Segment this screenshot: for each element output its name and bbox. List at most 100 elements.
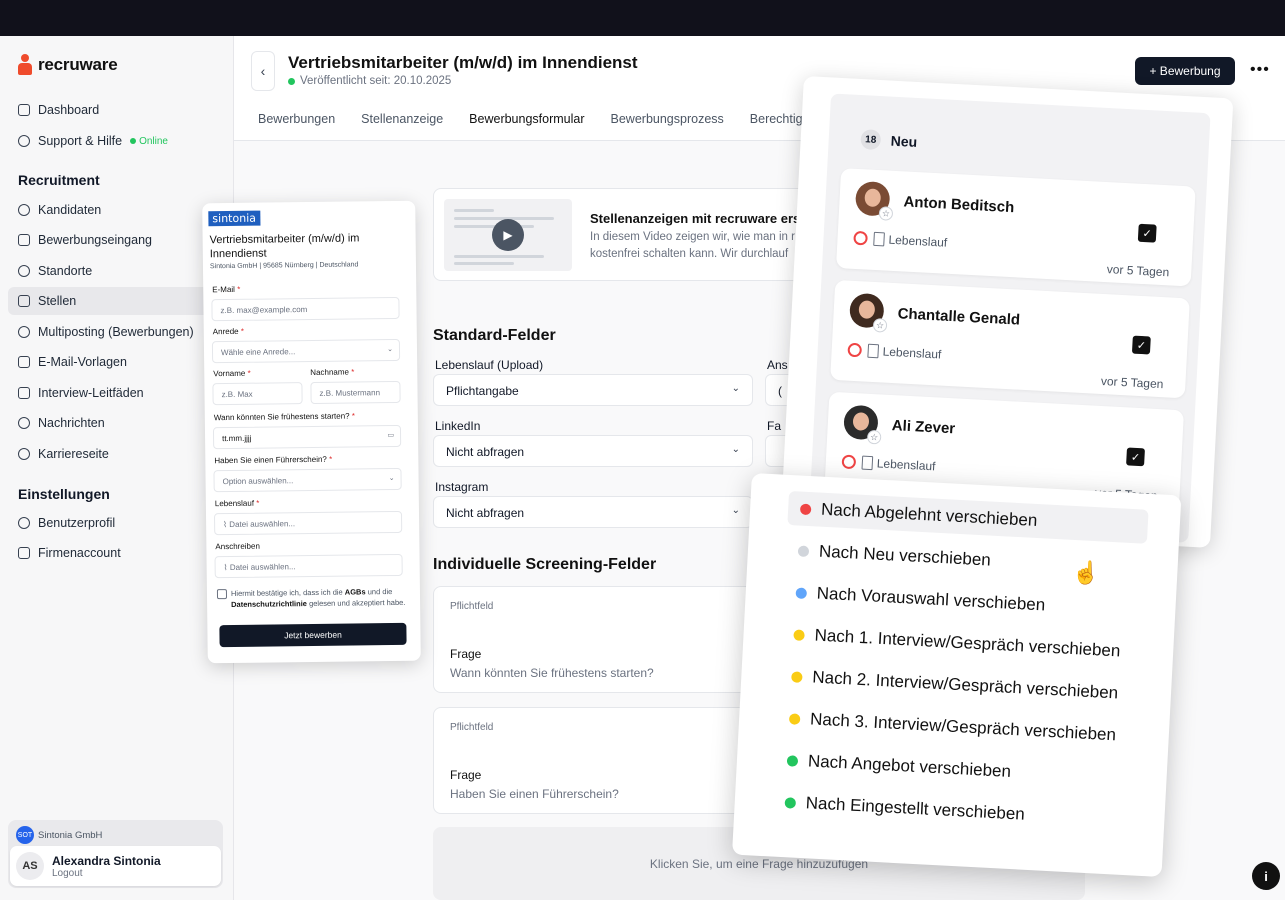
add-application-button[interactable]: + Bewerbung [1135,57,1235,85]
apply-now-button[interactable]: Jetzt bewerben [219,622,407,648]
document-link[interactable]: Lebenslauf [873,232,947,250]
star-icon[interactable]: ☆ [878,206,894,221]
consent-checkbox[interactable]: Hiermit bestätige ich, dass ich die AGBs… [217,586,407,610]
sidebar-item-standorte[interactable]: Standorte [8,257,226,285]
question-label: Frage [450,647,482,661]
tab-bewerbungsformular[interactable]: Bewerbungsformular [457,102,597,142]
chevron-left-icon: ‹ [260,63,266,79]
select-checkbox[interactable]: ✓ [1131,335,1151,355]
tab-stellenanzeige[interactable]: Stellenanzeige [349,102,455,142]
page-title: Vertriebsmitarbeiter (m/w/d) im Innendie… [288,53,638,72]
more-options-icon[interactable]: ••• [1250,61,1270,79]
first-name-label: Vorname * [213,368,251,379]
question-text: Wann könnten Sie frühestens starten? [450,666,654,680]
cv-field-select[interactable]: Pflichtangabe ⌄ [433,374,753,406]
folder-icon [18,234,30,246]
sidebar-item-label: Karriereseite [38,447,109,461]
toggle-icon [18,326,30,338]
document-link[interactable]: Lebenslauf [867,344,941,362]
company-logo: sintonia [208,210,261,227]
sidebar-item-bewerbungseingang[interactable]: Bewerbungseingang [8,226,226,254]
cv-field-label: Lebenslauf (Upload) [435,358,544,372]
column-count-badge: 18 [860,129,882,151]
sidebar-item-label: Multiposting (Bewerbungen) [38,325,194,339]
play-icon[interactable]: ▶ [492,219,524,251]
last-name-label: Nachname * [310,367,355,378]
facebook-field-label: Fa [767,419,782,433]
start-date-label: Wann könnten Sie frühestens starten? * [213,411,356,423]
instagram-field-label: Instagram [435,480,489,494]
candidate-age: vor 5 Tagen [1106,262,1170,280]
logout-link[interactable]: Logout [52,868,161,879]
email-field[interactable]: z.B. max@example.com [211,296,400,322]
instagram-field-select[interactable]: Nicht abfragen ⌄ [433,496,753,528]
sidebar-item-interview-leitfaeden[interactable]: Interview-Leitfäden [8,379,226,407]
paperclip-icon: ⌇ [223,563,228,573]
status-dot-icon [795,586,808,599]
status-dot-icon [784,796,797,809]
headset-icon [18,135,30,147]
sidebar-item-karriereseite[interactable]: Karriereseite [8,440,226,468]
published-status: Veröffentlicht seit: 20.10.2025 [288,75,451,87]
tab-bewerbungen[interactable]: Bewerbungen [246,102,347,142]
standard-fields-heading: Standard-Felder [433,327,556,344]
online-status-badge: Online [130,136,168,147]
email-label: E-Mail * [212,284,241,295]
sidebar-item-email-vorlagen[interactable]: E-Mail-Vorlagen [8,348,226,376]
sidebar-item-kandidaten[interactable]: Kandidaten [8,196,226,224]
list-icon [18,356,30,368]
star-icon[interactable]: ☆ [872,317,888,333]
copy-icon [18,387,30,399]
form-job-title: Vertriebsmitarbeiter (m/w/d) im Innendie… [209,232,360,261]
tab-bewerbungsprozess[interactable]: Bewerbungsprozess [599,102,736,142]
sidebar-item-label: Stellen [38,294,77,308]
status-dot-icon [793,628,805,641]
sidebar-item-label: Benutzerprofil [38,516,116,530]
video-title: Stellenanzeigen mit recruware ers [590,211,801,226]
video-thumbnail[interactable]: ▶ [444,199,572,271]
back-button[interactable]: ‹ [251,51,275,91]
info-icon[interactable]: i [1252,862,1280,890]
chevron-down-icon: ⌄ [731,383,740,394]
sidebar-item-dashboard[interactable]: Dashboard [8,96,226,124]
select-checkbox[interactable]: ✓ [1137,223,1157,243]
sidebar-item-label: Interview-Leitfäden [38,386,144,400]
cover-letter-field-label: Ans [767,358,788,372]
form-company-info: Sintonia GmbH | 95685 Nürnberg | Deutsch… [209,261,359,271]
select-checkbox[interactable]: ✓ [1126,447,1145,467]
candidate-age: vor 5 Tagen [1100,373,1164,392]
sidebar-item-benutzerprofil[interactable]: Benutzerprofil [8,509,226,537]
linkedin-field-select[interactable]: Nicht abfragen ⌄ [433,435,753,467]
users-icon [18,204,30,216]
organization-name: Sintonia GmbH [38,829,103,841]
last-name-field[interactable]: z.B. Mustermann [310,380,401,405]
sidebar-item-label: Firmenaccount [38,546,121,560]
start-date-field[interactable]: tt.mm.jjjj ▭ [212,424,402,450]
sidebar-item-stellen[interactable]: Stellen [8,287,226,315]
sidebar-item-label: Support & Hilfe [38,134,123,148]
cv-upload-field[interactable]: ⌇ Datei auswählen... [213,510,403,536]
sidebar-item-support[interactable]: Support & Hilfe Online [8,127,226,155]
document-link[interactable]: Lebenslauf [861,456,935,473]
sidebar-item-firmenaccount[interactable]: Firmenaccount [8,539,226,567]
video-tutorial-card[interactable]: ▶ Stellenanzeigen mit recruware ers In d… [433,188,833,281]
first-name-field[interactable]: z.B. Max [212,382,303,406]
sidebar-item-nachrichten[interactable]: Nachrichten [8,409,226,437]
rating-circle-icon [853,230,868,246]
calendar-icon: ▭ [387,431,395,440]
window-top-bar [0,0,1285,36]
sidebar-item-multiposting[interactable]: Multiposting (Bewerbungen) [8,318,226,346]
salutation-select[interactable]: Wähle eine Anrede... ⌄ [211,338,401,364]
cover-letter-upload-field[interactable]: ⌇ Datei auswählen... [214,553,403,579]
candidate-card[interactable]: ☆ Chantalle Genald ✓ Lebenslauf vor 5 Ta… [830,279,1190,399]
candidate-card[interactable]: ☆ Anton Beditsch ✓ Lebenslauf vor 5 Tage… [835,168,1196,287]
license-select[interactable]: Option auswählen... ⌄ [213,467,402,493]
rating-circle-icon [847,342,863,358]
candidate-name: Ali Zever [891,417,956,438]
sidebar-item-label: Dashboard [38,103,100,117]
star-icon[interactable]: ☆ [866,429,882,445]
user-card[interactable]: AS Alexandra Sintonia Logout [10,846,221,886]
question-label: Frage [450,768,482,782]
account-switcher[interactable]: SOT Sintonia GmbH AS Alexandra Sintonia … [8,820,223,888]
brand-logo[interactable]: recruware [18,54,118,76]
